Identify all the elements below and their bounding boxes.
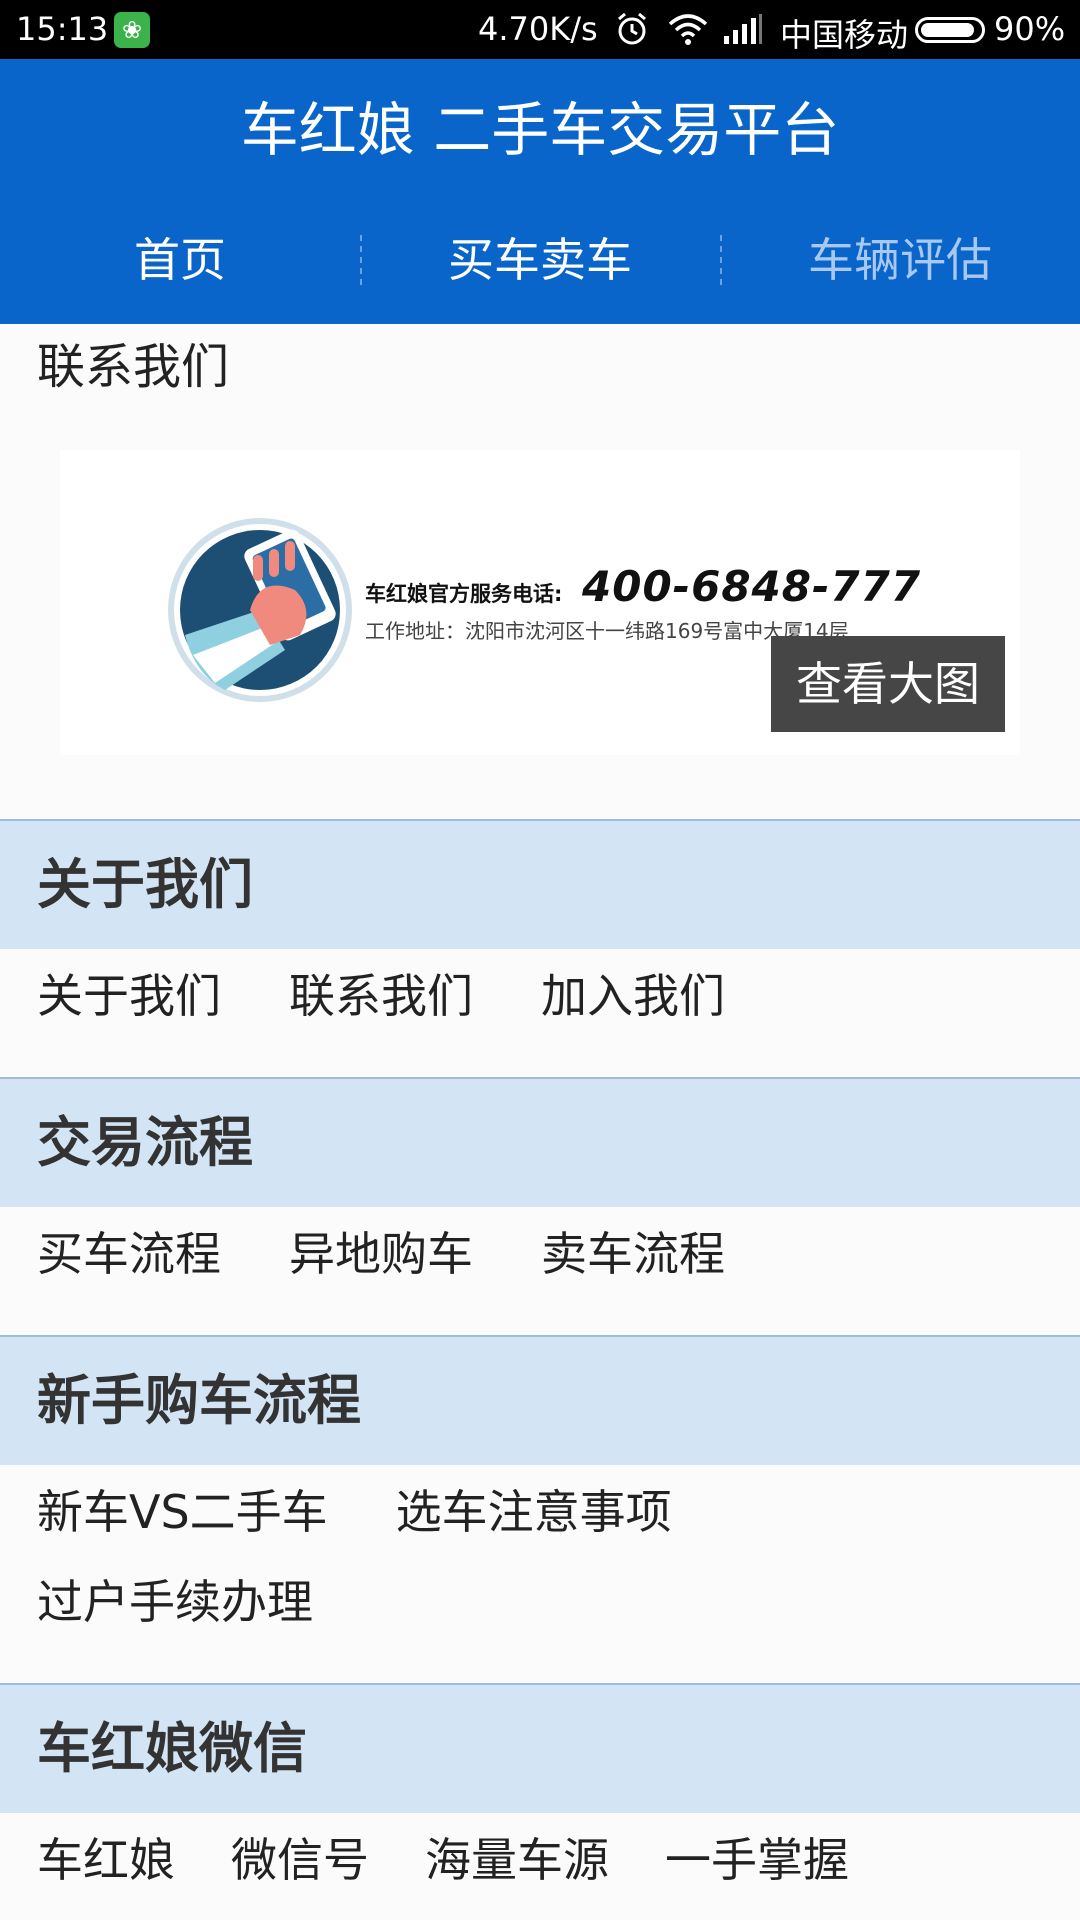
carrier-name: 中国移动 [780, 16, 909, 54]
wifi-icon [668, 14, 708, 45]
battery-level: 90% [994, 10, 1066, 48]
signal-icon [724, 14, 762, 44]
section-title: 交易流程 [37, 1111, 253, 1174]
section-header: 新手购车流程 [0, 1335, 1080, 1465]
section-header: 关于我们 [0, 819, 1080, 949]
link-remote-purchase[interactable]: 异地购车 [289, 1209, 473, 1299]
link-contact-us[interactable]: 联系我们 [289, 951, 473, 1041]
link-brand[interactable]: 车红娘 [37, 1815, 175, 1905]
section-title: 车红娘微信 [37, 1717, 307, 1780]
link-transfer-procedure[interactable]: 过户手续办理 [37, 1557, 313, 1647]
nav-home[interactable]: 首页 [0, 220, 360, 300]
link-about-us[interactable]: 关于我们 [37, 951, 221, 1041]
banner-phone-number: 400-6848-777 [582, 562, 922, 611]
section-title: 关于我们 [37, 853, 253, 916]
status-bar: 15:13 ❀ 4.70K/s 中国移动 90% [0, 0, 1080, 59]
section-links: 车红娘 微信号 海量车源 一手掌握 [0, 1813, 1080, 1905]
section-trade-process: 交易流程 买车流程 异地购车 卖车流程 [0, 1077, 1080, 1299]
section-title: 新手购车流程 [37, 1369, 361, 1432]
link-join-us[interactable]: 加入我们 [541, 951, 725, 1041]
section-about: 关于我们 关于我们 联系我们 加入我们 [0, 819, 1080, 1041]
link-wechat-id[interactable]: 微信号 [231, 1815, 369, 1905]
network-speed: 4.70K/s [478, 10, 598, 48]
top-nav: 首页 买车卖车 车辆评估 [0, 220, 1080, 300]
page-title: 车红娘 二手车交易平台 [240, 96, 840, 164]
link-new-vs-used[interactable]: 新车VS二手车 [37, 1467, 328, 1557]
link-buy-process[interactable]: 买车流程 [37, 1209, 221, 1299]
nav-vehicle-evaluation[interactable]: 车辆评估 [720, 220, 1080, 300]
battery-icon [915, 17, 985, 43]
link-car-source[interactable]: 海量车源 [425, 1815, 609, 1905]
section-wechat: 车红娘微信 车红娘 微信号 海量车源 一手掌握 [0, 1683, 1080, 1905]
link-selection-tips[interactable]: 选车注意事项 [396, 1467, 672, 1557]
section-beginner-guide: 新手购车流程 新车VS二手车 选车注意事项 过户手续办理 [0, 1335, 1080, 1647]
section-header: 交易流程 [0, 1077, 1080, 1207]
section-links: 关于我们 联系我们 加入我们 [0, 949, 1080, 1041]
status-time: 15:13 [16, 10, 109, 48]
view-large-image-button[interactable]: 查看大图 [771, 636, 1005, 732]
contact-title: 联系我们 [37, 339, 230, 395]
section-header: 车红娘微信 [0, 1683, 1080, 1813]
notification-app-icon: ❀ [114, 12, 150, 48]
section-links: 买车流程 异地购车 卖车流程 [0, 1207, 1080, 1299]
alarm-icon [618, 12, 646, 45]
link-first-hand[interactable]: 一手掌握 [665, 1815, 849, 1905]
link-sell-process[interactable]: 卖车流程 [541, 1209, 725, 1299]
section-links: 新车VS二手车 选车注意事项 过户手续办理 [0, 1465, 1080, 1647]
hand-phone-logo-icon [168, 518, 352, 702]
banner-phone-label: 车红娘官方服务电话: [365, 582, 563, 606]
nav-buy-sell[interactable]: 买车卖车 [360, 220, 720, 300]
